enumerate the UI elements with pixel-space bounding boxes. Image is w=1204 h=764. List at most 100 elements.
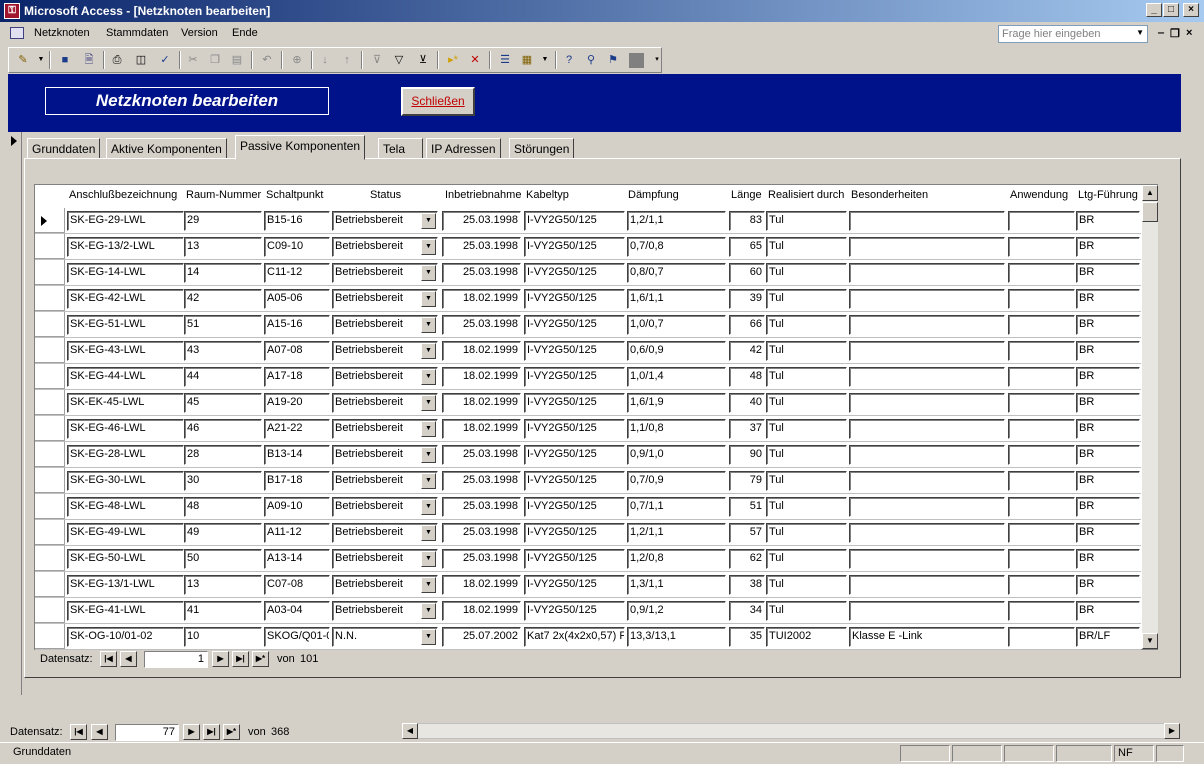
status-dropdown-icon[interactable]: ▼ — [421, 447, 436, 463]
cell-kabeltyp[interactable]: I-VY2G50/125 — [524, 367, 625, 387]
cell-realisiert-durch[interactable]: Tul — [766, 237, 847, 257]
cell-raum-nummer[interactable]: 28 — [184, 445, 262, 465]
cell-anwendung[interactable] — [1008, 445, 1075, 465]
filter-by-selection-icon[interactable]: ⊽ — [369, 52, 385, 68]
status-dropdown-icon[interactable]: ▼ — [421, 473, 436, 489]
cell-besonderheiten[interactable] — [849, 601, 1005, 621]
cell-schaltpunkt[interactable]: C09-10 — [264, 237, 330, 257]
cell-raum-nummer[interactable]: 48 — [184, 497, 262, 517]
subform-record-number-input[interactable]: 1 — [144, 651, 208, 668]
row-selector[interactable] — [35, 312, 65, 337]
row-selector[interactable] — [35, 286, 65, 311]
mdi-restore-button[interactable]: ❐ — [1170, 27, 1180, 40]
menu-netzknoten[interactable]: Netzknoten — [34, 27, 90, 39]
cell-raum-nummer[interactable]: 41 — [184, 601, 262, 621]
cell-raum-nummer[interactable]: 13 — [184, 575, 262, 595]
cell-anschlussbezeichnung[interactable]: SK-EG-13/1-LWL — [67, 575, 184, 595]
cell-daempfung[interactable]: 1,1/0,8 — [627, 419, 726, 439]
cell-inbetriebnahme[interactable]: 18.02.1999 — [442, 289, 521, 309]
minimize-button[interactable]: _ — [1146, 3, 1162, 17]
scroll-thumb[interactable] — [1142, 202, 1158, 222]
cell-schaltpunkt[interactable]: A11-12 — [264, 523, 330, 543]
cell-kabeltyp[interactable]: I-VY2G50/125 — [524, 263, 625, 283]
scroll-left-icon[interactable]: ◀ — [402, 723, 418, 739]
cell-daempfung[interactable]: 1,2/1,1 — [627, 211, 726, 231]
cell-schaltpunkt[interactable]: SKOG/Q01-0 — [264, 627, 330, 647]
cell-laenge[interactable]: 65 — [729, 237, 765, 257]
cell-schaltpunkt[interactable]: B17-18 — [264, 471, 330, 491]
cell-realisiert-durch[interactable]: Tul — [766, 393, 847, 413]
cut-icon[interactable]: ✂ — [185, 52, 201, 68]
next-record-icon[interactable]: ▶ — [212, 651, 229, 667]
cell-ltg-fuehrung[interactable]: BR — [1076, 419, 1140, 439]
cell-inbetriebnahme[interactable]: 18.02.1999 — [442, 601, 521, 621]
find-icon[interactable]: ⚑ — [605, 52, 621, 68]
cell-anwendung[interactable] — [1008, 393, 1075, 413]
cell-besonderheiten[interactable] — [849, 497, 1005, 517]
tab-ip-adressen[interactable]: IP Adressen — [426, 138, 501, 159]
cell-ltg-fuehrung[interactable]: BR — [1076, 289, 1140, 309]
spelling-icon[interactable]: ✓ — [157, 52, 173, 68]
cell-daempfung[interactable]: 13,3/13,1 — [627, 627, 726, 647]
new-record-nav-icon[interactable]: ▶* — [252, 651, 269, 667]
cell-anwendung[interactable] — [1008, 289, 1075, 309]
cell-besonderheiten[interactable] — [849, 549, 1005, 569]
cell-laenge[interactable]: 66 — [729, 315, 765, 335]
cell-besonderheiten[interactable] — [849, 315, 1005, 335]
form-first-record-icon[interactable]: |◀ — [70, 724, 87, 740]
status-dropdown-icon[interactable]: ▼ — [421, 629, 436, 645]
chevron-down-icon[interactable]: ▼ — [1136, 28, 1144, 37]
cell-anschlussbezeichnung[interactable]: SK-EG-30-LWL — [67, 471, 184, 491]
cell-ltg-fuehrung[interactable]: BR — [1076, 237, 1140, 257]
scroll-down-icon[interactable]: ▼ — [1142, 633, 1158, 649]
cell-realisiert-durch[interactable]: Tul — [766, 575, 847, 595]
hyperlink-icon[interactable]: ⊕ — [289, 52, 305, 68]
cell-realisiert-durch[interactable]: Tul — [766, 419, 847, 439]
cell-besonderheiten[interactable] — [849, 367, 1005, 387]
cell-schaltpunkt[interactable]: B13-14 — [264, 445, 330, 465]
cell-anschlussbezeichnung[interactable]: SK-EK-45-LWL — [67, 393, 184, 413]
row-selector[interactable] — [35, 364, 65, 389]
cell-anschlussbezeichnung[interactable]: SK-EG-48-LWL — [67, 497, 184, 517]
cell-kabeltyp[interactable]: Kat7 2x(4x2x0,57) F — [524, 627, 625, 647]
cell-daempfung[interactable]: 1,0/1,4 — [627, 367, 726, 387]
cell-anwendung[interactable] — [1008, 471, 1075, 491]
cell-daempfung[interactable]: 0,9/1,2 — [627, 601, 726, 621]
cell-laenge[interactable]: 83 — [729, 211, 765, 231]
status-dropdown-icon[interactable]: ▼ — [421, 499, 436, 515]
cell-ltg-fuehrung[interactable]: BR — [1076, 471, 1140, 491]
cell-daempfung[interactable]: 1,6/1,9 — [627, 393, 726, 413]
form-record-number-input[interactable]: 77 — [115, 724, 179, 741]
cell-ltg-fuehrung[interactable]: BR — [1076, 523, 1140, 543]
cell-anschlussbezeichnung[interactable]: SK-EG-49-LWL — [67, 523, 184, 543]
cell-kabeltyp[interactable]: I-VY2G50/125 — [524, 445, 625, 465]
cell-besonderheiten[interactable] — [849, 393, 1005, 413]
cell-anschlussbezeichnung[interactable]: SK-EG-43-LWL — [67, 341, 184, 361]
cell-inbetriebnahme[interactable]: 18.02.1999 — [442, 575, 521, 595]
cell-raum-nummer[interactable]: 10 — [184, 627, 262, 647]
cell-laenge[interactable]: 39 — [729, 289, 765, 309]
access-key-icon[interactable]: ⚿ — [4, 3, 20, 19]
tab-grunddaten[interactable]: Grunddaten — [27, 138, 101, 159]
new-object-icon[interactable]: ▦ — [519, 52, 535, 68]
cell-daempfung[interactable]: 1,2/1,1 — [627, 523, 726, 543]
binoculars-icon[interactable]: ⚲ — [583, 52, 599, 68]
cell-ltg-fuehrung[interactable]: BR — [1076, 315, 1140, 335]
cell-kabeltyp[interactable]: I-VY2G50/125 — [524, 471, 625, 491]
cell-realisiert-durch[interactable]: Tul — [766, 471, 847, 491]
status-dropdown-icon[interactable]: ▼ — [421, 577, 436, 593]
cell-laenge[interactable]: 79 — [729, 471, 765, 491]
status-dropdown-icon[interactable]: ▼ — [421, 525, 436, 541]
cell-raum-nummer[interactable]: 45 — [184, 393, 262, 413]
status-dropdown-icon[interactable]: ▼ — [421, 343, 436, 359]
cell-laenge[interactable]: 34 — [729, 601, 765, 621]
cell-ltg-fuehrung[interactable]: BR — [1076, 601, 1140, 621]
cell-kabeltyp[interactable]: I-VY2G50/125 — [524, 497, 625, 517]
row-selector[interactable] — [35, 416, 65, 441]
scroll-up-icon[interactable]: ▲ — [1142, 185, 1158, 201]
first-record-icon[interactable]: |◀ — [100, 651, 117, 667]
undo-icon[interactable]: ↶ — [259, 52, 275, 68]
cell-schaltpunkt[interactable]: A05-06 — [264, 289, 330, 309]
cell-daempfung[interactable]: 0,7/0,8 — [627, 237, 726, 257]
row-selector[interactable] — [35, 572, 65, 597]
